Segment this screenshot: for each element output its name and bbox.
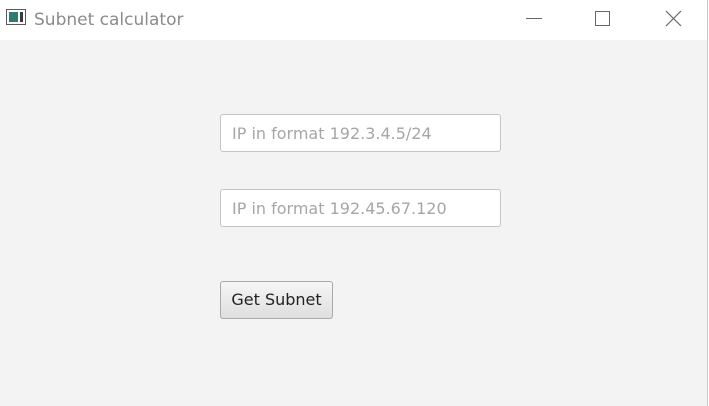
ip-cidr-input[interactable] — [220, 114, 501, 152]
ip-address-input[interactable] — [220, 189, 501, 227]
app-window-icon — [6, 9, 26, 25]
app-window: Subnet calculator Get Subnet — [0, 0, 708, 406]
maximize-button[interactable] — [579, 0, 625, 38]
maximize-icon — [595, 11, 610, 26]
minimize-button[interactable] — [510, 0, 556, 38]
close-button[interactable] — [650, 0, 696, 38]
get-subnet-button[interactable]: Get Subnet — [220, 281, 333, 319]
close-icon — [665, 10, 682, 27]
minimize-icon — [526, 18, 542, 19]
window-title: Subnet calculator — [34, 10, 184, 30]
form-panel: Get Subnet — [0, 40, 707, 406]
title-bar[interactable]: Subnet calculator — [0, 0, 707, 40]
